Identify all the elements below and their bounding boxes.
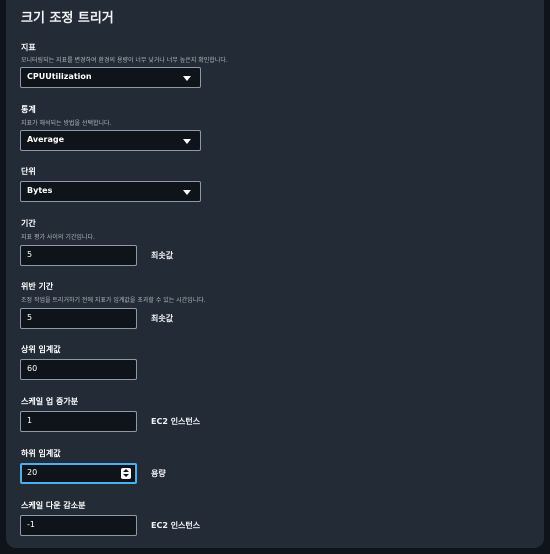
metric-select[interactable]: CPUUtilization [20,67,201,88]
unit-select-value: Bytes [27,186,53,195]
spin-down-icon[interactable] [123,474,129,477]
breach-duration-unit: 최솟값 [151,314,174,323]
upper-threshold-input-value: 60 [27,364,38,373]
caret-down-icon [183,190,191,195]
scale-up-increment-label: 스케일 업 증가분 [21,397,79,406]
statistic-label: 통계 [21,105,36,114]
upper-threshold-input[interactable]: 60 [20,359,137,380]
scale-up-increment-input-value: 1 [27,416,33,425]
statistic-description: 지표가 해석되는 방법을 선택합니다. [21,120,112,127]
unit-label: 단위 [21,167,36,176]
lower-threshold-unit: 용량 [151,469,166,478]
period-input[interactable]: 5 [20,245,137,266]
scale-down-increment-unit: EC2 인스턴스 [151,521,201,530]
breach-duration-input[interactable]: 5 [20,308,137,329]
period-description: 지표 평가 사이의 기간입니다. [21,234,95,241]
scale-down-increment-input[interactable]: -1 [20,515,137,536]
lower-threshold-input-value: 20 [27,468,38,477]
scale-down-increment-label: 스케일 다운 감소분 [21,501,86,510]
period-label: 기간 [21,219,36,228]
caret-down-icon [183,76,191,81]
upper-threshold-label: 상위 임계값 [21,345,61,354]
scale-down-increment-input-value: -1 [27,520,35,529]
statistic-select[interactable]: Average [20,130,201,151]
caret-down-icon [183,139,191,144]
spin-up-icon[interactable] [123,469,129,472]
metric-description: 모니터링되는 지표를 변경하여 환경의 용량이 너무 낮거나 너무 높은지 확인… [21,57,228,64]
unit-select[interactable]: Bytes [20,181,201,202]
section-title: 크기 조정 트리거 [21,11,114,26]
scale-up-increment-input[interactable]: 1 [20,411,137,432]
metric-select-value: CPUUtilization [27,72,92,81]
breach-duration-description: 조정 작업을 트리거하기 전에 지표가 임계값을 초과할 수 있는 시간입니다. [21,297,206,304]
statistic-select-value: Average [27,135,65,144]
breach-duration-input-value: 5 [27,313,33,322]
period-unit: 최솟값 [151,251,174,260]
lower-threshold-label: 하위 임계값 [21,449,61,458]
scale-up-increment-unit: EC2 인스턴스 [151,417,201,426]
lower-threshold-input[interactable]: 20 [20,463,137,484]
number-spinner[interactable] [121,468,131,479]
period-input-value: 5 [27,250,33,259]
metric-label: 지표 [21,43,36,52]
breach-duration-label: 위반 기간 [21,282,54,291]
